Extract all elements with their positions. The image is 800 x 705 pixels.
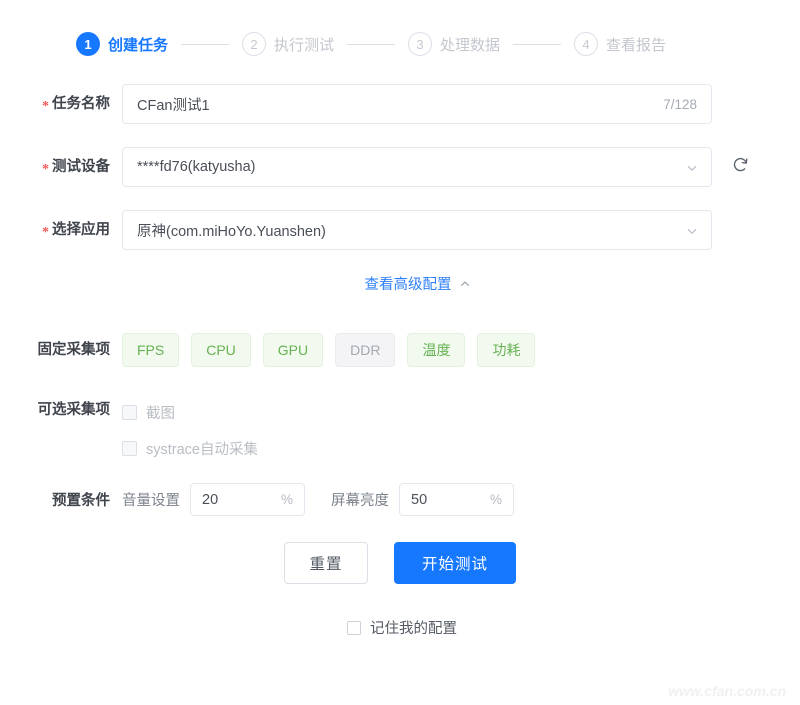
advanced-config-holder: 查看高级配置 <box>122 273 712 294</box>
step-item-run-test[interactable]: 2 执行测试 <box>242 32 334 56</box>
chip-temperature: 温度 <box>407 333 466 367</box>
advanced-config-label: 查看高级配置 <box>364 277 452 293</box>
checkbox-row-systrace[interactable]: systrace自动采集 <box>122 435 258 461</box>
step-connector <box>347 43 396 45</box>
brightness-input[interactable]: 50 % <box>399 483 514 516</box>
label-preset-conditions: 预置条件 <box>52 493 110 509</box>
brightness-value: 50 <box>411 491 428 508</box>
label-volume-setting: 音量设置 <box>122 493 180 509</box>
label-select-app: * 选择应用 <box>42 222 110 240</box>
chip-gpu: GPU <box>262 333 324 367</box>
checkbox-row-screenshot[interactable]: 截图 <box>122 399 258 425</box>
task-name-char-counter: 7/128 <box>663 96 697 112</box>
step-number-badge: 2 <box>242 32 267 56</box>
action-button-row: 重置 开始测试 <box>0 542 800 584</box>
volume-input[interactable]: 20 % <box>190 483 305 516</box>
field-row-fixed-items: 固定采集项 FPS CPU GPU DDR 温度 功耗 <box>0 330 800 370</box>
remember-config-row[interactable]: 记住我的配置 <box>0 617 800 638</box>
advanced-config-link[interactable]: 查看高级配置 <box>365 273 470 294</box>
step-label: 执行测试 <box>274 36 335 54</box>
chip-power: 功耗 <box>477 333 536 367</box>
control-select-app: 原神(com.miHoYo.Yuanshen) <box>122 210 712 250</box>
label-task-name: * 任务名称 <box>42 96 110 114</box>
advanced-config-row: 查看高级配置 <box>0 273 800 294</box>
site-watermark: www.cfan.com.cn <box>668 683 786 699</box>
step-number-badge: 4 <box>574 32 599 56</box>
checkbox-remember-config[interactable] <box>347 620 361 635</box>
test-device-value: ****fd76(katyusha) <box>137 159 256 175</box>
refresh-device-button[interactable] <box>726 147 754 187</box>
task-name-value: CFan测试1 <box>137 97 210 114</box>
step-label: 创建任务 <box>108 36 169 54</box>
brightness-unit: % <box>489 492 502 507</box>
step-indicator: 1 创建任务 2 执行测试 3 处理数据 4 查看报告 <box>0 0 800 62</box>
fixed-items-chip-group: FPS CPU GPU DDR 温度 功耗 <box>122 330 536 367</box>
checkbox-label-remember-config: 记住我的配置 <box>370 621 457 637</box>
select-app-value: 原神(com.miHoYo.Yuanshen) <box>137 223 326 240</box>
field-row-preset-conditions: 预置条件 音量设置 20 % 屏幕亮度 50 % <box>0 483 800 516</box>
chip-ddr: DDR <box>335 333 396 367</box>
refresh-icon <box>731 155 750 179</box>
step-label: 处理数据 <box>440 36 501 54</box>
chevron-down-icon <box>685 224 697 236</box>
task-name-input[interactable]: CFan测试1 7/128 <box>122 84 712 124</box>
start-test-button[interactable]: 开始测试 <box>394 542 516 584</box>
step-number-badge: 1 <box>76 32 100 56</box>
label-fixed-items: 固定采集项 <box>37 342 111 358</box>
label-optional-items: 可选采集项 <box>37 402 111 418</box>
chip-cpu: CPU <box>191 333 251 367</box>
volume-unit: % <box>280 492 293 507</box>
field-row-task-name: * 任务名称 CFan测试1 7/128 <box>0 84 800 125</box>
chip-fps: FPS <box>122 333 180 367</box>
step-item-view-report[interactable]: 4 查看报告 <box>574 32 666 56</box>
checkbox-label-systrace: systrace自动采集 <box>146 441 258 458</box>
control-task-name: CFan测试1 7/128 <box>122 84 712 124</box>
reset-button[interactable]: 重置 <box>284 542 368 584</box>
step-label: 查看报告 <box>606 36 667 54</box>
create-task-form: * 任务名称 CFan测试1 7/128 * 测试设备 ****fd76(katyu… <box>0 62 800 638</box>
step-connector <box>513 43 562 45</box>
volume-value: 20 <box>202 491 219 508</box>
step-item-process-data[interactable]: 3 处理数据 <box>408 32 500 56</box>
checkbox-screenshot[interactable] <box>122 404 137 420</box>
test-device-select[interactable]: ****fd76(katyusha) <box>122 147 712 187</box>
field-row-select-app: * 选择应用 原神(com.miHoYo.Yuanshen) <box>0 210 800 251</box>
field-row-optional-items: 可选采集项 截图 systrace自动采集 <box>0 390 800 471</box>
control-test-device: ****fd76(katyusha) <box>122 147 754 187</box>
required-asterisk: * <box>42 162 49 177</box>
step-connector <box>181 43 230 45</box>
optional-items-group: 截图 systrace自动采集 <box>122 390 258 471</box>
step-item-create-task[interactable]: 1 创建任务 <box>76 32 168 56</box>
label-test-device: * 测试设备 <box>42 159 110 177</box>
step-number-badge: 3 <box>408 32 433 56</box>
chevron-down-icon <box>685 161 697 173</box>
required-asterisk: * <box>42 99 49 114</box>
chevron-up-icon <box>459 278 470 289</box>
label-screen-brightness: 屏幕亮度 <box>331 493 389 509</box>
checkbox-systrace[interactable] <box>122 440 137 456</box>
required-asterisk: * <box>42 225 49 240</box>
select-app-select[interactable]: 原神(com.miHoYo.Yuanshen) <box>122 210 712 250</box>
field-row-test-device: * 测试设备 ****fd76(katyusha) <box>0 147 800 188</box>
checkbox-label-screenshot: 截图 <box>146 405 175 422</box>
